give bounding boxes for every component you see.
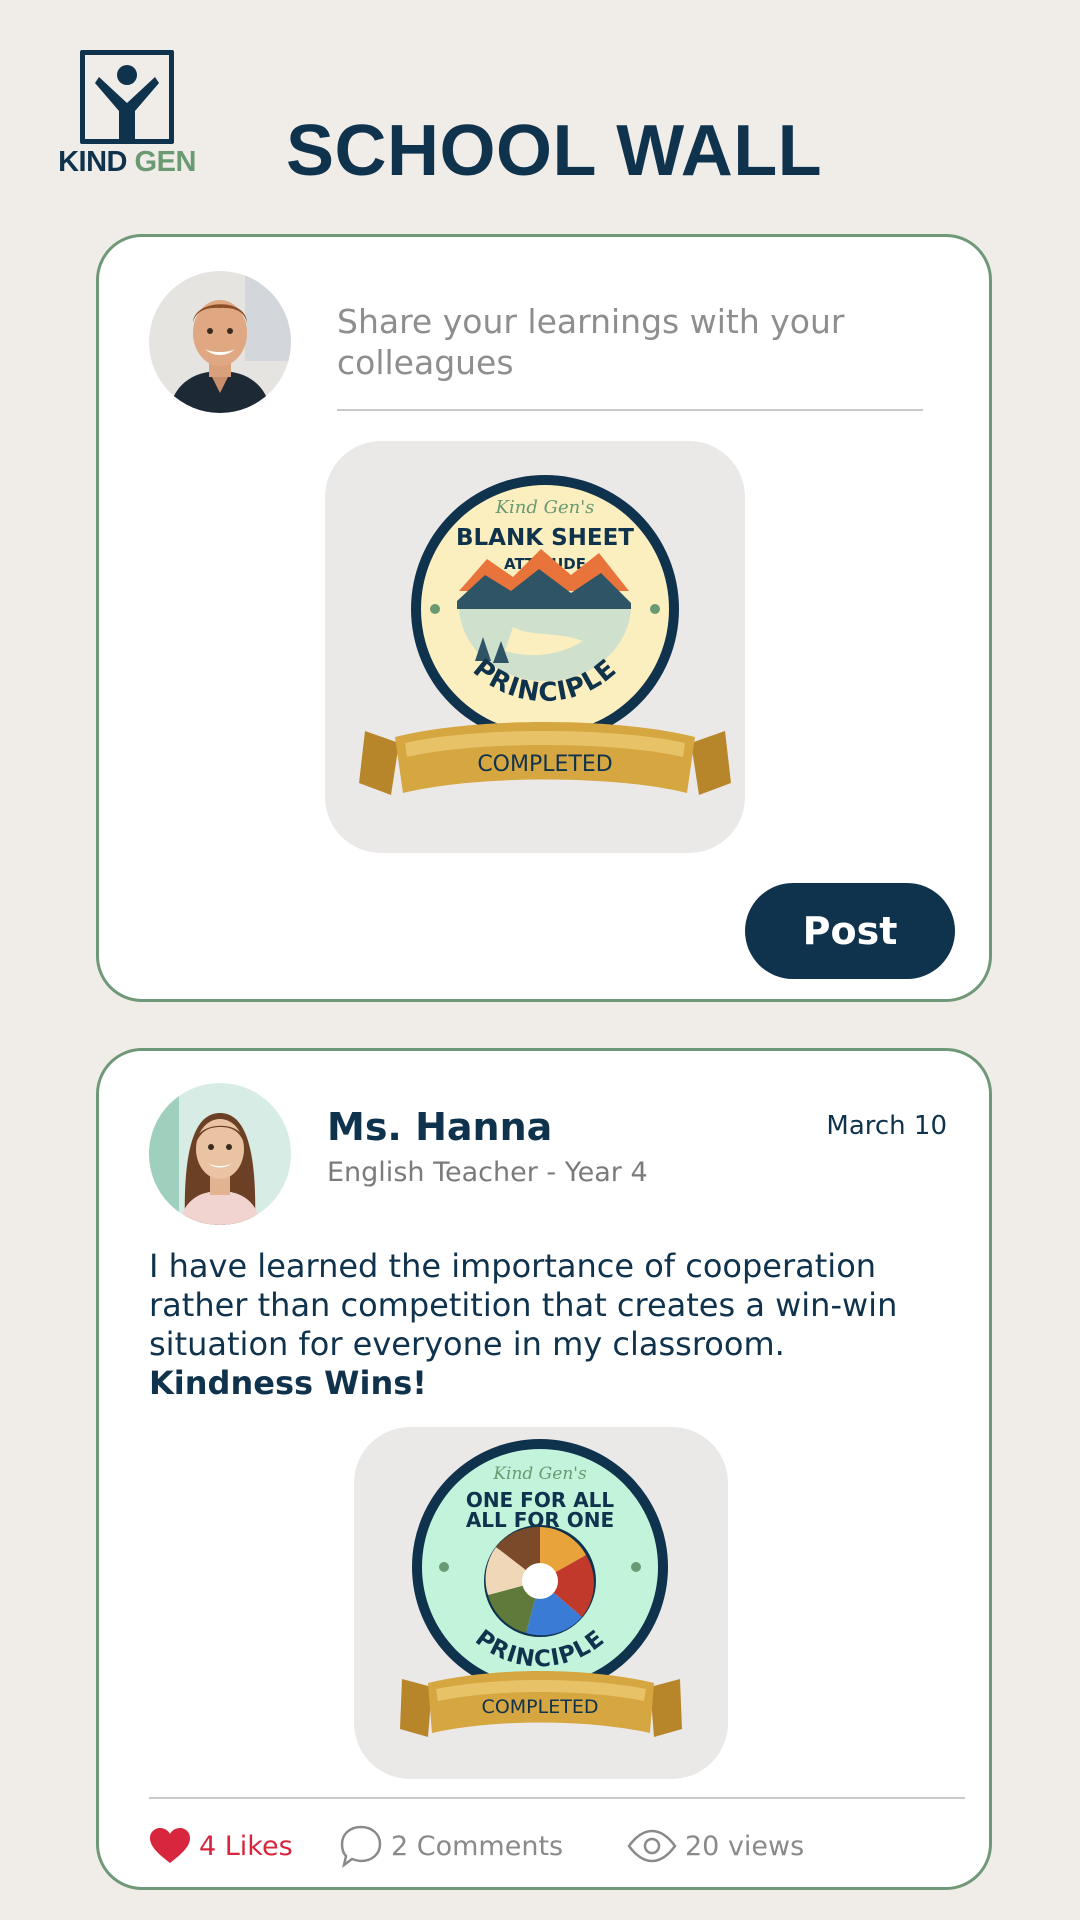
views-count: 20 views <box>685 1830 805 1862</box>
badge-ribbon: COMPLETED <box>482 1696 599 1718</box>
views-stat: 20 views <box>627 1821 804 1871</box>
comment-button[interactable]: 2 Comments <box>339 1821 563 1871</box>
badge-line1: BLANK SHEET <box>456 525 634 551</box>
page-title: SCHOOL WALL <box>286 111 823 191</box>
post-date: March 10 <box>826 1111 947 1141</box>
badge-script: Kind Gen's <box>495 497 595 518</box>
current-user-avatar[interactable] <box>149 271 291 413</box>
post-button[interactable]: Post <box>745 883 955 979</box>
person-icon <box>95 65 159 139</box>
logo-gen: GEN <box>134 146 197 178</box>
attached-badge-tile[interactable]: Kind Gen's BLANK SHEET ATTITUDE PRINCIPL… <box>325 441 745 853</box>
composer-card: Kind Gen's BLANK SHEET ATTITUDE PRINCIPL… <box>96 234 992 1002</box>
share-learnings-input[interactable] <box>337 301 923 411</box>
one-for-all-badge: Kind Gen's ONE FOR ALL ALL FOR ONE PRINC… <box>400 1439 682 1737</box>
like-button[interactable]: 4 Likes <box>149 1821 293 1871</box>
post-text: I have learned the importance of coopera… <box>149 1247 898 1363</box>
badge-script: Kind Gen's <box>492 1464 587 1484</box>
likes-count: 4 Likes <box>199 1830 293 1862</box>
logo-wordmark: KIND GEN <box>56 146 198 179</box>
comments-count: 2 Comments <box>391 1830 564 1862</box>
stats-divider <box>149 1797 965 1799</box>
heart-icon <box>150 1828 190 1863</box>
post-emphasis: Kindness Wins! <box>149 1364 427 1402</box>
badge-ribbon: COMPLETED <box>477 752 612 777</box>
eye-icon <box>627 1829 677 1863</box>
logo-frame <box>80 50 174 144</box>
post-stats-bar: 4 Likes 2 Comments 20 views <box>149 1821 949 1871</box>
author-name[interactable]: Ms. Hanna <box>327 1105 552 1149</box>
feed-post-card: Ms. Hanna English Teacher - Year 4 March… <box>96 1048 992 1890</box>
author-role: English Teacher - Year 4 <box>327 1157 648 1188</box>
blank-sheet-badge: Kind Gen's BLANK SHEET ATTITUDE PRINCIPL… <box>359 475 731 795</box>
post-body: I have learned the importance of coopera… <box>149 1247 949 1403</box>
logo-kind: KIND <box>58 146 127 178</box>
post-badge-tile[interactable]: Kind Gen's ONE FOR ALL ALL FOR ONE PRINC… <box>354 1427 728 1779</box>
kind-gen-logo: KIND GEN <box>56 48 198 178</box>
author-avatar[interactable] <box>149 1083 291 1225</box>
comment-bubble-icon <box>340 1825 382 1868</box>
